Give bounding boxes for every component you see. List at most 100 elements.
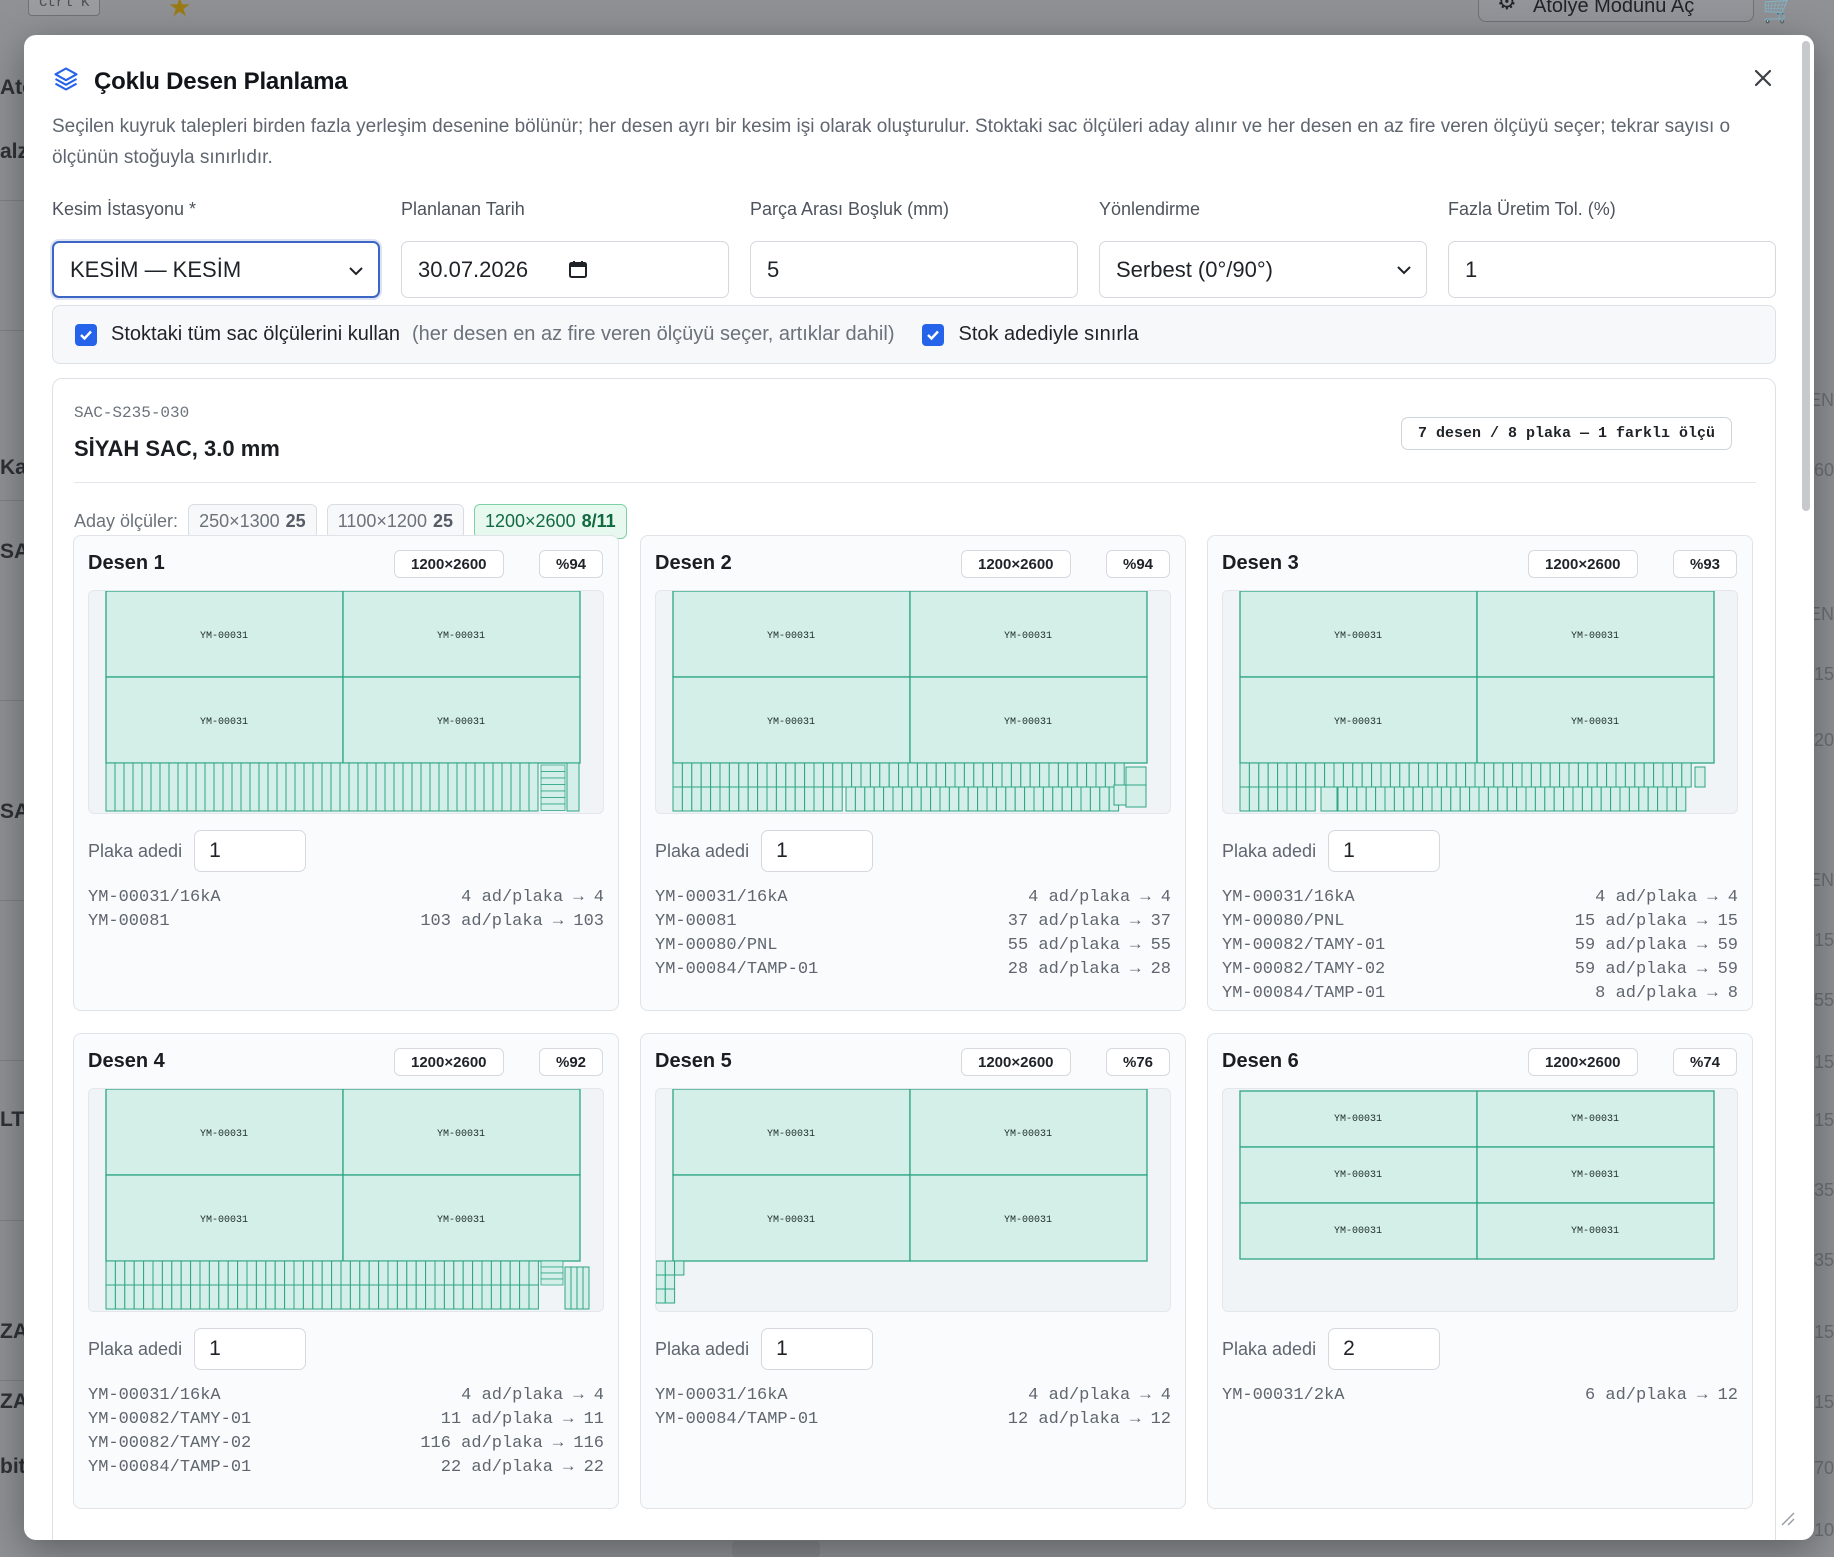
- nested-part: [368, 1260, 380, 1286]
- nested-part: [302, 1260, 314, 1286]
- candidate-size-chip[interactable]: 250×1300 25: [188, 504, 317, 539]
- part-label: YM-00031: [1004, 631, 1052, 642]
- plate-qty-input[interactable]: 1: [1328, 830, 1441, 872]
- plate-qty-row: Plaka adedi 1: [655, 1328, 874, 1370]
- nested-part: [1502, 762, 1514, 788]
- nested-part: [854, 786, 866, 812]
- nested-part: [728, 786, 740, 812]
- nested-part: [785, 762, 796, 788]
- atolye-mode-button[interactable]: ⚙ Atölye Modunu Aç: [1478, 0, 1754, 22]
- station-select[interactable]: KESİM — KESİM: [52, 241, 380, 298]
- resize-handle-icon[interactable]: [1778, 1509, 1796, 1527]
- plate-qty-input[interactable]: 1: [761, 1328, 874, 1370]
- cart-icon[interactable]: 🛒: [1762, 0, 1794, 25]
- pattern-title: Desen 2: [655, 552, 732, 574]
- tolerance-input[interactable]: 1: [1448, 241, 1776, 298]
- close-button[interactable]: [1748, 63, 1778, 93]
- background-text: 10: [1813, 1520, 1834, 1540]
- pattern-card: Desen 1 1200×2600 %94 YM-00031 YM-00031 YM-00…: [73, 535, 619, 1011]
- nested-part: [1643, 762, 1655, 788]
- date-input[interactable]: 30.07.2026: [401, 241, 729, 298]
- nested-part: [851, 762, 862, 788]
- utilization-badge: %92: [539, 1048, 604, 1076]
- calendar-icon[interactable]: [568, 259, 588, 279]
- nested-part: [285, 762, 296, 812]
- nested-part: [294, 762, 305, 812]
- background-text: 15: [1813, 930, 1834, 950]
- nested-part: [1258, 762, 1269, 788]
- nested-part: [1320, 786, 1338, 812]
- nested-part: [1375, 786, 1386, 812]
- nested-part: [967, 786, 979, 812]
- background-text: 35: [1813, 1250, 1834, 1270]
- nested-part: [879, 762, 890, 788]
- nested-part: [1033, 786, 1044, 812]
- candidate-size-chip[interactable]: 1200×2600 8/11: [473, 504, 627, 539]
- part-code: YM-00031/2kA: [1222, 1386, 1345, 1405]
- nested-part: [939, 786, 950, 812]
- nesting-svg: YM-00031 YM-00031 YM-00031 YM-00031: [656, 1089, 1148, 1304]
- part-label: YM-00031: [1334, 1114, 1382, 1125]
- plate-qty-input[interactable]: 1: [194, 1328, 307, 1370]
- limit-by-stock-label[interactable]: Stok adediyle sınırla: [958, 323, 1138, 346]
- nested-part: [429, 762, 440, 812]
- nested-part: [180, 1284, 192, 1310]
- background-text: 55: [1813, 990, 1834, 1010]
- part-calc: 103 ad/plaka → 103: [420, 912, 604, 931]
- nested-part: [1305, 762, 1316, 788]
- nested-part: [1024, 786, 1035, 812]
- nested-part: [1459, 786, 1471, 812]
- nested-part: [265, 1284, 276, 1310]
- nested-part: [945, 762, 956, 788]
- nested-part: [237, 1284, 248, 1310]
- pattern-card: Desen 6 1200×2600 %74 YM-00031 YM-00031 YM-00…: [1207, 1033, 1753, 1509]
- nested-part: [462, 1260, 474, 1286]
- sheet-size-badge: 1200×2600: [1528, 550, 1638, 578]
- gap-input[interactable]: 5: [750, 241, 1078, 298]
- pattern-title: Desen 4: [88, 1050, 165, 1072]
- part-label: YM-00031: [1571, 1114, 1619, 1125]
- nested-part: [1549, 762, 1561, 788]
- nested-part: [1014, 786, 1026, 812]
- nested-part: [171, 1284, 182, 1310]
- plate-qty-input[interactable]: 1: [194, 830, 307, 872]
- background-divider: [0, 200, 24, 201]
- nested-part: [1248, 786, 1260, 812]
- nested-part: [995, 786, 1007, 812]
- plate-qty-input[interactable]: 1: [761, 830, 874, 872]
- nested-part: [1277, 762, 1288, 788]
- use-all-sizes-checkbox[interactable]: [75, 323, 97, 346]
- nested-part: [1076, 762, 1088, 788]
- nested-part: [302, 1284, 314, 1310]
- use-all-sizes-hint: (her desen en az fire veren ölçüyü seçer…: [412, 323, 895, 345]
- sheet-size-badge: 1200×2600: [961, 550, 1071, 578]
- nested-part: [396, 1284, 408, 1310]
- nested-part: [1104, 762, 1116, 788]
- nested-part: [1010, 762, 1022, 788]
- nested-part: [1581, 786, 1593, 812]
- utilization-badge: %93: [1673, 550, 1738, 578]
- nested-part: [869, 762, 881, 788]
- orientation-field: Yönlendirme Serbest (0°/90°): [1099, 199, 1427, 298]
- limit-by-stock-checkbox[interactable]: [922, 323, 945, 346]
- nested-part: [509, 1260, 521, 1286]
- part-label: YM-00031: [767, 1129, 815, 1140]
- part-label: YM-00031: [1334, 717, 1382, 728]
- candidate-size-chip[interactable]: 1100×1200 25: [326, 504, 464, 539]
- nested-part: [1675, 786, 1687, 812]
- modal-scrollbar[interactable]: [1802, 41, 1810, 511]
- plate-qty-label: Plaka adedi: [655, 1338, 750, 1359]
- orientation-select[interactable]: Serbest (0°/90°): [1099, 241, 1427, 298]
- nested-part: [1431, 786, 1442, 812]
- nested-part: [1342, 762, 1354, 788]
- nested-part: [1380, 762, 1391, 788]
- nested-part: [1544, 786, 1555, 812]
- chevron-down-icon: [349, 267, 363, 276]
- part-code: YM-00082/TAMY-01: [88, 1410, 252, 1429]
- plate-qty-input[interactable]: 2: [1328, 1328, 1441, 1370]
- nested-part: [992, 762, 1003, 788]
- use-all-sizes-label[interactable]: Stoktaki tüm sac ölçülerini kullan: [111, 323, 400, 346]
- nested-part: [540, 764, 566, 772]
- nested-part: [1559, 762, 1570, 788]
- nested-part: [1337, 786, 1348, 812]
